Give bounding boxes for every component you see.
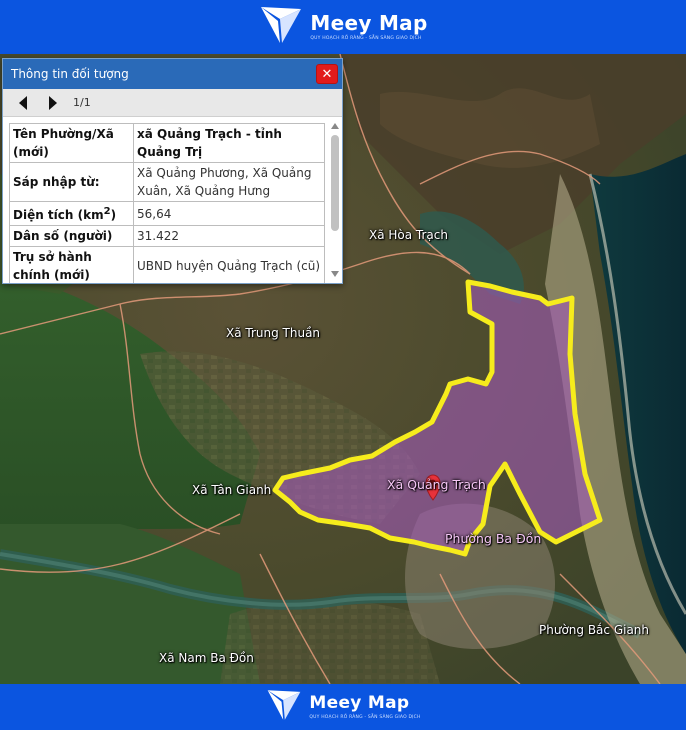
row-value: UBND huyện Quảng Trạch (cũ) — [133, 246, 325, 283]
map-label-quang-trach: Xã Quảng Trạch — [387, 477, 486, 492]
table-row: Trụ sở hành chính (mới) UBND huyện Quảng… — [9, 246, 325, 283]
row-key-main: Diện tích (km — [13, 208, 104, 222]
scroll-thumb[interactable] — [331, 135, 339, 231]
popup-title: Thông tin đối tượng — [11, 67, 129, 81]
popup-scrollbar[interactable] — [330, 121, 340, 279]
brand-tagline: QUY HOẠCH RÕ RÀNG - SẴN SÀNG GIAO DỊCH — [310, 36, 422, 41]
next-button[interactable] — [45, 95, 61, 111]
brand-logo: Meey Map QUY HOẠCH RÕ RÀNG - SẴN SÀNG GI… — [258, 3, 427, 51]
table-row: Diện tích (km2) 56,64 — [9, 201, 325, 226]
brand-tagline-footer: QUY HOẠCH RÕ RÀNG - SẴN SÀNG GIAO DỊCH — [309, 714, 421, 720]
close-icon: ✕ — [321, 66, 333, 82]
map-label-nam-ba-don: Xã Nam Ba Đồn — [159, 651, 254, 665]
meey-logo-icon — [265, 687, 303, 727]
brand-footer: Meey Map QUY HOẠCH RÕ RÀNG - SẴN SÀNG GI… — [0, 684, 686, 730]
row-value: xã Quảng Trạch - tỉnh Quảng Trị — [133, 123, 325, 163]
info-table: Tên Phường/Xã (mới) xã Quảng Trạch - tỉn… — [9, 123, 325, 283]
prev-button[interactable] — [15, 95, 31, 111]
scroll-up-icon[interactable] — [330, 121, 340, 131]
map-label-trung-thuan: Xã Trung Thuần — [226, 326, 321, 340]
popup-pager: 1/1 — [3, 89, 342, 117]
row-key-sup: 2 — [103, 206, 111, 217]
map-label-bac-gianh: Phường Bắc Gianh — [539, 623, 650, 637]
row-value: 56,64 — [133, 201, 325, 226]
row-key: Trụ sở hành chính (mới) — [9, 246, 134, 283]
map-label-tan-gianh: Xã Tân Gianh — [192, 483, 272, 497]
brand-header: Meey Map QUY HOẠCH RÕ RÀNG - SẴN SÀNG GI… — [0, 0, 686, 54]
table-row: Sáp nhập từ: Xã Quảng Phương, Xã Quảng X… — [9, 162, 325, 202]
brand-name-footer: Meey Map — [309, 692, 410, 713]
brand-name: Meey Map — [310, 11, 428, 35]
popup-body[interactable]: Tên Phường/Xã (mới) xã Quảng Trạch - tỉn… — [3, 117, 342, 283]
row-key: Diện tích (km2) — [9, 201, 134, 226]
table-row: Tên Phường/Xã (mới) xã Quảng Trạch - tỉn… — [9, 123, 325, 163]
row-value: 31.422 — [133, 225, 325, 247]
pager-text: 1/1 — [73, 96, 91, 109]
info-popup: Thông tin đối tượng ✕ 1/1 Tên Phường/Xã … — [2, 58, 343, 284]
map-label-hoa-trach: Xã Hòa Trạch — [369, 228, 448, 242]
brand-logo-footer: Meey Map QUY HOẠCH RÕ RÀNG - SẴN SÀNG GI… — [265, 687, 420, 727]
row-value: Xã Quảng Phương, Xã Quảng Xuân, Xã Quảng… — [133, 162, 325, 202]
row-key: Tên Phường/Xã (mới) — [9, 123, 134, 163]
popup-header: Thông tin đối tượng ✕ — [3, 59, 342, 89]
map-label-ba-don: Phường Ba Đồn — [445, 531, 542, 546]
page: Meey Map QUY HOẠCH RÕ RÀNG - SẴN SÀNG GI… — [0, 0, 686, 730]
meey-logo-icon — [258, 3, 304, 51]
scroll-down-icon[interactable] — [330, 269, 340, 279]
row-key-end: ) — [110, 208, 117, 222]
close-button[interactable]: ✕ — [316, 64, 338, 84]
arrow-right-icon — [49, 95, 57, 110]
row-key: Sáp nhập từ: — [9, 162, 134, 202]
row-key: Dân số (người) — [9, 225, 134, 247]
arrow-left-icon — [19, 95, 27, 110]
table-row: Dân số (người) 31.422 — [9, 225, 325, 247]
